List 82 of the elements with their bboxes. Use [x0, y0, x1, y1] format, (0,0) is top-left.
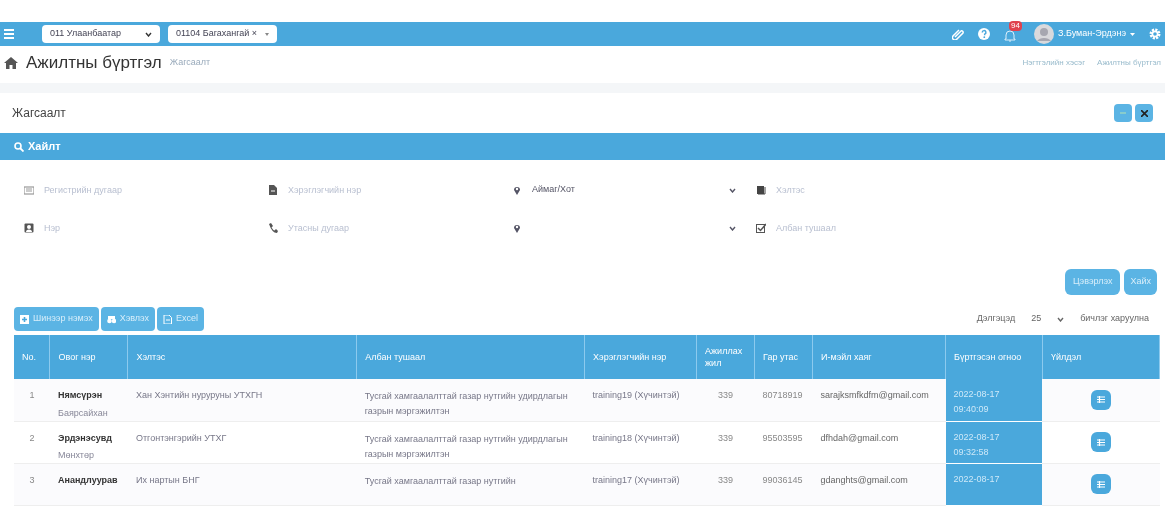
table-cell-text: 339 [717, 431, 735, 445]
binoculars-icon [106, 314, 116, 324]
paperclip-icon[interactable] [952, 28, 964, 40]
page-size-suffix: бичлэг харуулна [1080, 312, 1149, 326]
table-cell-text: sarajksmfkdfm@gmail.com [820, 389, 930, 402]
date-cell-text: 2022-08-17 [953, 472, 1001, 486]
map-pin-icon [512, 185, 522, 195]
plus-icon [20, 314, 29, 324]
table-cell-text: Их нартын БНГ [135, 473, 201, 487]
toolbar-button[interactable]: Шинээр нэмэх [14, 307, 99, 331]
table-cell-text: dfhdah@gmail.com [820, 431, 900, 445]
table-cell-text: 80718919 [762, 389, 804, 402]
grid-icon [1097, 396, 1105, 404]
table-cell-text: 339 [717, 389, 735, 402]
breadcrumb-link[interactable]: Ажилтны бүртгэл [1097, 57, 1161, 69]
book-icon [756, 185, 766, 195]
table-cell-text: gdanghts@gmail.com [820, 473, 909, 487]
page-size-label: Дэлгэцэд [976, 312, 1016, 326]
table-cell-text: Тусгай хамгаалалттай газар нутгийн удирдлагын газрын мэргэжилтэн [364, 390, 569, 418]
employee-surname: Мөнхтөр [58, 449, 95, 462]
close-button[interactable] [1135, 104, 1153, 122]
grid-icon [1097, 480, 1105, 488]
user-icon [24, 223, 34, 233]
home-icon[interactable] [4, 57, 18, 69]
table-cell-text: Тусгай хамгаалалттай газар нутгийн удирдлагын газрын мэргэжилтэн [364, 432, 569, 461]
table-cell-text: Хан Хэнтийн нуруруны УТХГН [135, 389, 264, 402]
action-button[interactable] [1091, 432, 1111, 452]
table-cell-text: training19 (Хүчинтэй) [592, 389, 681, 402]
close-icon [1140, 109, 1148, 117]
date-cell-text: 2022-08-17 09:40:09 [953, 388, 1001, 416]
search-button[interactable]: Хайх [1124, 269, 1157, 295]
action-button[interactable] [1091, 474, 1111, 494]
panel-title: Жагсаалт [12, 105, 66, 122]
table-cell-text: 99036145 [762, 473, 804, 487]
breadcrumb-link[interactable]: Нэгтгэлийн хэсэг [1022, 57, 1086, 69]
table-cell-text: 95503595 [762, 431, 804, 445]
search-title: Хайлт [28, 139, 61, 155]
chevron-down-icon [1057, 316, 1065, 322]
table-cell-text: 339 [717, 473, 735, 487]
document-icon [268, 185, 278, 195]
settings-icon[interactable] [1149, 28, 1161, 40]
caret-icon [265, 32, 270, 36]
table-cell-text: Тусгай хамгаалалттай газар нутгийн [364, 474, 517, 488]
page-title: Ажилтны бүртгэл [26, 52, 162, 75]
toolbar-button[interactable]: Хэвлэх [100, 307, 156, 331]
toolbar-button[interactable]: Excel [157, 307, 205, 331]
table-cell-text: 2 [28, 431, 36, 445]
chevron-down-icon [145, 31, 152, 37]
action-button[interactable] [1091, 389, 1111, 410]
menu-icon[interactable] [4, 28, 14, 40]
checkbox-icon [756, 223, 766, 233]
avatar-icon [1034, 24, 1054, 44]
clear-button[interactable]: Цэвэрлэх [1064, 269, 1121, 295]
search-icon [14, 141, 24, 152]
user-menu[interactable]: З.Буман-Эрдэнэ [1034, 24, 1135, 44]
tag-select[interactable]: 01104 Багахангай × [168, 25, 278, 43]
bell-icon[interactable] [1004, 30, 1016, 42]
grid-icon [1097, 438, 1105, 446]
date-cell-text: 2022-08-17 09:32:58 [953, 430, 1001, 459]
map-pin-icon [512, 223, 522, 233]
employee-name: Нямсүрэн [58, 389, 104, 402]
page-subtitle: Жагсаалт [169, 56, 211, 70]
employee-surname: Баярсайхан [58, 406, 109, 420]
table-cell-text: 3 [28, 473, 36, 487]
page-size-select[interactable]: 25 [1027, 312, 1069, 326]
table-cell-text: Отгонтэнгэрийн УТХГ [135, 431, 228, 445]
employee-name: Эрдэнэсувд [58, 431, 113, 445]
table-cell-text: training17 (Хүчинтэй) [592, 473, 681, 487]
minus-icon [1120, 112, 1126, 114]
employee-name: Анандлуурав [58, 473, 119, 487]
location-select[interactable]: Аймаг/Хот [532, 179, 740, 201]
caret-icon [1130, 32, 1135, 36]
notification-badge: 94 [1009, 21, 1022, 31]
id-card-icon [24, 185, 34, 195]
table-cell-text: training18 (Хүчинтэй) [592, 431, 681, 445]
chevron-down-icon [729, 225, 736, 231]
chevron-down-icon [729, 187, 736, 193]
table-cell-text: 1 [28, 389, 36, 402]
region-select[interactable]: 011 Улаанбаатар [42, 25, 160, 43]
help-icon[interactable] [978, 28, 990, 40]
phone-icon [268, 223, 278, 233]
document-icon [163, 314, 173, 324]
